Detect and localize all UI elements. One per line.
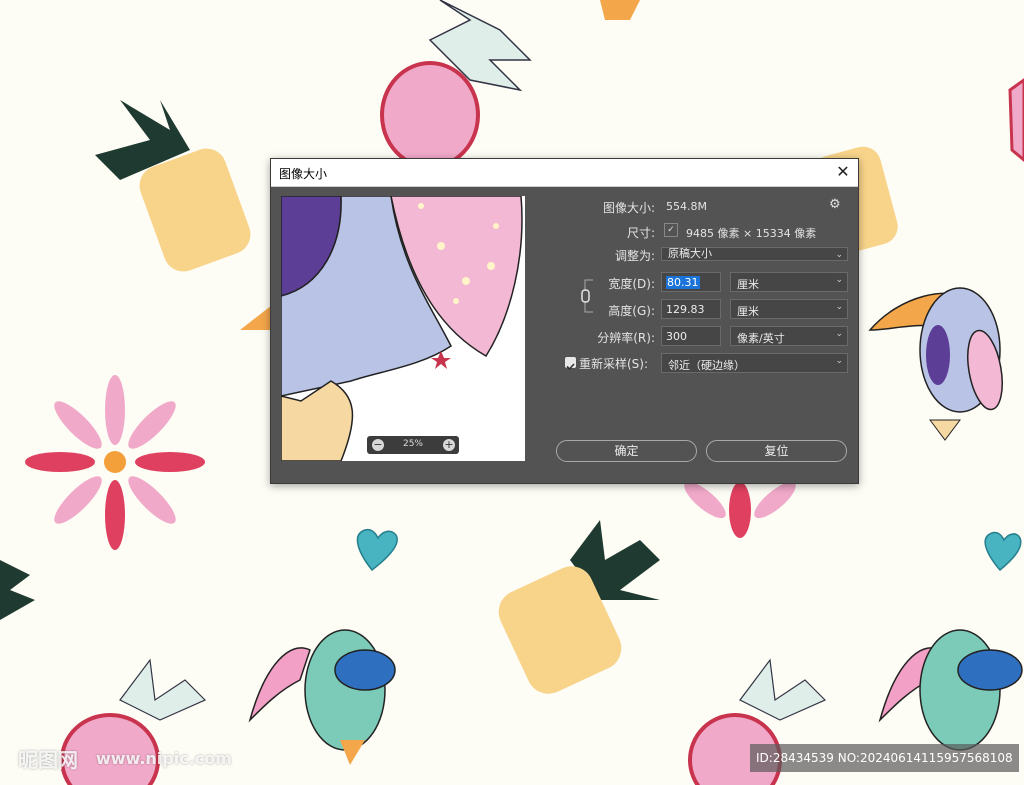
chevron-down-icon: ⌄ [835, 275, 843, 285]
dimensions-label: 尺寸: [626, 226, 655, 240]
gear-icon[interactable]: ⚙ [829, 197, 841, 212]
zoom-in-icon[interactable]: + [443, 439, 455, 451]
chevron-down-icon: ⌄ [835, 250, 843, 260]
zoom-out-icon[interactable]: − [372, 439, 384, 451]
zoom-level: 25% [402, 439, 423, 449]
height-unit: 厘米 [737, 305, 759, 318]
chevron-down-icon: ⌄ [835, 356, 843, 366]
watermark-site: www.nipic.com [96, 749, 232, 768]
width-input[interactable]: 80.31 [661, 272, 721, 292]
checkmark-icon [566, 363, 575, 371]
dialog-titlebar: 图像大小 ✕ [271, 159, 858, 187]
chevron-down-icon: ⌄ [835, 302, 843, 312]
ok-button[interactable]: 确定 [556, 440, 697, 462]
resample-checkbox[interactable] [565, 357, 576, 371]
image-size-dialog: 图像大小 ✕ − 25% + 图像大小: 554.8M ⚙ 尺寸: ✓ 9485… [270, 158, 859, 484]
image-preview[interactable]: − 25% + [281, 196, 525, 461]
image-size-label: 图像大小: [602, 201, 655, 215]
height-value: 129.83 [666, 303, 705, 316]
preview-illustration [281, 196, 525, 461]
fit-to-label: 调整为: [614, 249, 655, 263]
chevron-down-icon: ⌄ [835, 329, 843, 339]
resolution-unit-dropdown[interactable]: 像素/英寸 ⌄ [730, 326, 848, 346]
dialog-title: 图像大小 [279, 167, 328, 181]
reset-button[interactable]: 复位 [706, 440, 847, 462]
width-label: 宽度(D): [608, 277, 655, 291]
close-icon[interactable]: ✕ [832, 161, 854, 183]
width-unit-dropdown[interactable]: 厘米 ⌄ [730, 272, 848, 292]
zoom-control: − 25% + [367, 436, 459, 454]
resample-value: 邻近（硬边缘） [668, 359, 745, 372]
resample-dropdown[interactable]: 邻近（硬边缘） ⌄ [661, 353, 848, 373]
resample-label: 重新采样(S): [579, 357, 649, 371]
height-input[interactable]: 129.83 [661, 299, 721, 319]
image-size-value: 554.8M [666, 200, 707, 213]
watermark-logo: 昵图网 [18, 748, 78, 772]
dimensions-value: 9485 像素 × 15334 像素 [686, 227, 817, 240]
resolution-unit: 像素/英寸 [737, 332, 785, 345]
width-value: 80.31 [666, 276, 700, 289]
fit-to-value: 原稿大小 [668, 247, 712, 260]
resolution-input[interactable]: 300 [661, 326, 721, 346]
width-unit: 厘米 [737, 278, 759, 291]
resolution-label: 分辨率(R): [597, 331, 655, 345]
fit-to-dropdown[interactable]: 原稿大小 ⌄ [661, 247, 848, 261]
dimensions-chevron-icon[interactable]: ✓ [664, 223, 678, 237]
height-unit-dropdown[interactable]: 厘米 ⌄ [730, 299, 848, 319]
height-label: 高度(G): [608, 304, 655, 318]
resolution-value: 300 [666, 330, 687, 343]
watermark-id: ID:28434539 NO:20240614115957568108 [750, 744, 1019, 772]
